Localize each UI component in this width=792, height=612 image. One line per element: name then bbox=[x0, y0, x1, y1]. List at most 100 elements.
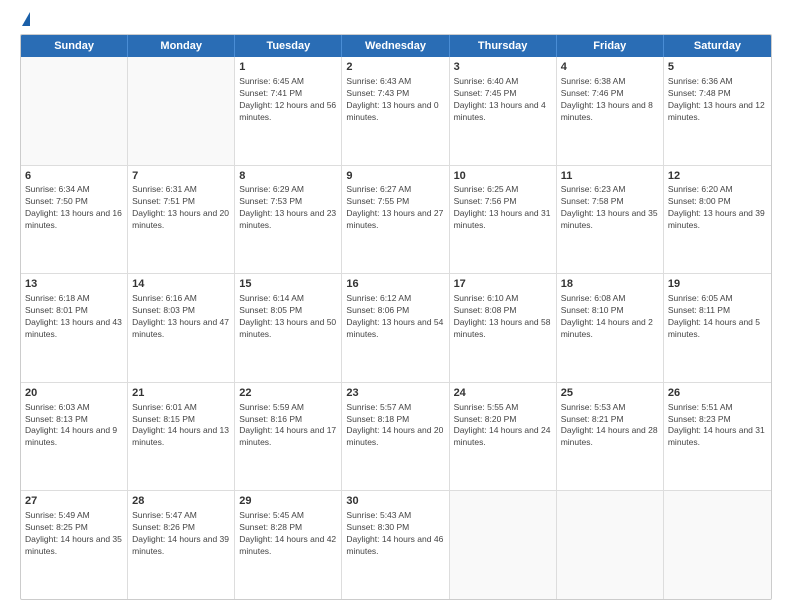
day-info: Sunrise: 6:36 AM Sunset: 7:48 PM Dayligh… bbox=[668, 76, 767, 124]
day-cell-30: 30Sunrise: 5:43 AM Sunset: 8:30 PM Dayli… bbox=[342, 491, 449, 599]
day-number: 19 bbox=[668, 277, 767, 292]
day-cell-12: 12Sunrise: 6:20 AM Sunset: 8:00 PM Dayli… bbox=[664, 166, 771, 274]
calendar-body: 1Sunrise: 6:45 AM Sunset: 7:41 PM Daylig… bbox=[21, 57, 771, 599]
day-number: 29 bbox=[239, 494, 337, 509]
day-number: 5 bbox=[668, 60, 767, 75]
day-number: 21 bbox=[132, 386, 230, 401]
logo-triangle-icon bbox=[22, 12, 30, 26]
day-number: 10 bbox=[454, 169, 552, 184]
day-number: 14 bbox=[132, 277, 230, 292]
day-cell-29: 29Sunrise: 5:45 AM Sunset: 8:28 PM Dayli… bbox=[235, 491, 342, 599]
day-cell-15: 15Sunrise: 6:14 AM Sunset: 8:05 PM Dayli… bbox=[235, 274, 342, 382]
day-cell-4: 4Sunrise: 6:38 AM Sunset: 7:46 PM Daylig… bbox=[557, 57, 664, 165]
day-cell-23: 23Sunrise: 5:57 AM Sunset: 8:18 PM Dayli… bbox=[342, 383, 449, 491]
empty-cell bbox=[664, 491, 771, 599]
day-cell-21: 21Sunrise: 6:01 AM Sunset: 8:15 PM Dayli… bbox=[128, 383, 235, 491]
calendar-week-3: 13Sunrise: 6:18 AM Sunset: 8:01 PM Dayli… bbox=[21, 273, 771, 382]
day-info: Sunrise: 6:43 AM Sunset: 7:43 PM Dayligh… bbox=[346, 76, 444, 124]
day-info: Sunrise: 6:16 AM Sunset: 8:03 PM Dayligh… bbox=[132, 293, 230, 341]
day-info: Sunrise: 5:47 AM Sunset: 8:26 PM Dayligh… bbox=[132, 510, 230, 558]
day-number: 11 bbox=[561, 169, 659, 184]
day-number: 8 bbox=[239, 169, 337, 184]
day-header-saturday: Saturday bbox=[664, 35, 771, 57]
page: SundayMondayTuesdayWednesdayThursdayFrid… bbox=[0, 0, 792, 612]
day-cell-20: 20Sunrise: 6:03 AM Sunset: 8:13 PM Dayli… bbox=[21, 383, 128, 491]
day-cell-22: 22Sunrise: 5:59 AM Sunset: 8:16 PM Dayli… bbox=[235, 383, 342, 491]
day-info: Sunrise: 6:03 AM Sunset: 8:13 PM Dayligh… bbox=[25, 402, 123, 450]
day-cell-5: 5Sunrise: 6:36 AM Sunset: 7:48 PM Daylig… bbox=[664, 57, 771, 165]
day-number: 2 bbox=[346, 60, 444, 75]
day-number: 22 bbox=[239, 386, 337, 401]
day-info: Sunrise: 6:10 AM Sunset: 8:08 PM Dayligh… bbox=[454, 293, 552, 341]
empty-cell bbox=[450, 491, 557, 599]
day-info: Sunrise: 6:45 AM Sunset: 7:41 PM Dayligh… bbox=[239, 76, 337, 124]
day-info: Sunrise: 6:18 AM Sunset: 8:01 PM Dayligh… bbox=[25, 293, 123, 341]
day-number: 3 bbox=[454, 60, 552, 75]
day-info: Sunrise: 6:25 AM Sunset: 7:56 PM Dayligh… bbox=[454, 184, 552, 232]
logo bbox=[20, 16, 30, 26]
day-info: Sunrise: 5:59 AM Sunset: 8:16 PM Dayligh… bbox=[239, 402, 337, 450]
day-number: 30 bbox=[346, 494, 444, 509]
day-number: 20 bbox=[25, 386, 123, 401]
day-number: 7 bbox=[132, 169, 230, 184]
day-info: Sunrise: 5:43 AM Sunset: 8:30 PM Dayligh… bbox=[346, 510, 444, 558]
calendar-week-4: 20Sunrise: 6:03 AM Sunset: 8:13 PM Dayli… bbox=[21, 382, 771, 491]
day-cell-18: 18Sunrise: 6:08 AM Sunset: 8:10 PM Dayli… bbox=[557, 274, 664, 382]
day-number: 28 bbox=[132, 494, 230, 509]
day-number: 23 bbox=[346, 386, 444, 401]
day-cell-10: 10Sunrise: 6:25 AM Sunset: 7:56 PM Dayli… bbox=[450, 166, 557, 274]
day-cell-3: 3Sunrise: 6:40 AM Sunset: 7:45 PM Daylig… bbox=[450, 57, 557, 165]
day-cell-1: 1Sunrise: 6:45 AM Sunset: 7:41 PM Daylig… bbox=[235, 57, 342, 165]
day-info: Sunrise: 6:05 AM Sunset: 8:11 PM Dayligh… bbox=[668, 293, 767, 341]
day-info: Sunrise: 5:55 AM Sunset: 8:20 PM Dayligh… bbox=[454, 402, 552, 450]
day-info: Sunrise: 6:14 AM Sunset: 8:05 PM Dayligh… bbox=[239, 293, 337, 341]
day-cell-11: 11Sunrise: 6:23 AM Sunset: 7:58 PM Dayli… bbox=[557, 166, 664, 274]
day-cell-13: 13Sunrise: 6:18 AM Sunset: 8:01 PM Dayli… bbox=[21, 274, 128, 382]
day-number: 18 bbox=[561, 277, 659, 292]
day-cell-16: 16Sunrise: 6:12 AM Sunset: 8:06 PM Dayli… bbox=[342, 274, 449, 382]
calendar-week-2: 6Sunrise: 6:34 AM Sunset: 7:50 PM Daylig… bbox=[21, 165, 771, 274]
day-info: Sunrise: 6:01 AM Sunset: 8:15 PM Dayligh… bbox=[132, 402, 230, 450]
day-number: 25 bbox=[561, 386, 659, 401]
day-number: 17 bbox=[454, 277, 552, 292]
day-info: Sunrise: 6:40 AM Sunset: 7:45 PM Dayligh… bbox=[454, 76, 552, 124]
calendar-header: SundayMondayTuesdayWednesdayThursdayFrid… bbox=[21, 35, 771, 57]
day-number: 12 bbox=[668, 169, 767, 184]
day-header-sunday: Sunday bbox=[21, 35, 128, 57]
day-cell-27: 27Sunrise: 5:49 AM Sunset: 8:25 PM Dayli… bbox=[21, 491, 128, 599]
empty-cell bbox=[557, 491, 664, 599]
day-number: 9 bbox=[346, 169, 444, 184]
day-info: Sunrise: 5:49 AM Sunset: 8:25 PM Dayligh… bbox=[25, 510, 123, 558]
day-info: Sunrise: 6:20 AM Sunset: 8:00 PM Dayligh… bbox=[668, 184, 767, 232]
day-info: Sunrise: 6:29 AM Sunset: 7:53 PM Dayligh… bbox=[239, 184, 337, 232]
day-number: 6 bbox=[25, 169, 123, 184]
day-number: 26 bbox=[668, 386, 767, 401]
day-info: Sunrise: 5:53 AM Sunset: 8:21 PM Dayligh… bbox=[561, 402, 659, 450]
day-info: Sunrise: 6:12 AM Sunset: 8:06 PM Dayligh… bbox=[346, 293, 444, 341]
day-number: 1 bbox=[239, 60, 337, 75]
day-cell-17: 17Sunrise: 6:10 AM Sunset: 8:08 PM Dayli… bbox=[450, 274, 557, 382]
day-info: Sunrise: 6:38 AM Sunset: 7:46 PM Dayligh… bbox=[561, 76, 659, 124]
day-header-wednesday: Wednesday bbox=[342, 35, 449, 57]
day-cell-24: 24Sunrise: 5:55 AM Sunset: 8:20 PM Dayli… bbox=[450, 383, 557, 491]
day-cell-2: 2Sunrise: 6:43 AM Sunset: 7:43 PM Daylig… bbox=[342, 57, 449, 165]
day-header-tuesday: Tuesday bbox=[235, 35, 342, 57]
day-info: Sunrise: 6:08 AM Sunset: 8:10 PM Dayligh… bbox=[561, 293, 659, 341]
day-cell-25: 25Sunrise: 5:53 AM Sunset: 8:21 PM Dayli… bbox=[557, 383, 664, 491]
day-cell-26: 26Sunrise: 5:51 AM Sunset: 8:23 PM Dayli… bbox=[664, 383, 771, 491]
day-info: Sunrise: 6:23 AM Sunset: 7:58 PM Dayligh… bbox=[561, 184, 659, 232]
calendar-week-1: 1Sunrise: 6:45 AM Sunset: 7:41 PM Daylig… bbox=[21, 57, 771, 165]
day-number: 13 bbox=[25, 277, 123, 292]
day-cell-19: 19Sunrise: 6:05 AM Sunset: 8:11 PM Dayli… bbox=[664, 274, 771, 382]
empty-cell bbox=[128, 57, 235, 165]
day-cell-28: 28Sunrise: 5:47 AM Sunset: 8:26 PM Dayli… bbox=[128, 491, 235, 599]
empty-cell bbox=[21, 57, 128, 165]
day-cell-6: 6Sunrise: 6:34 AM Sunset: 7:50 PM Daylig… bbox=[21, 166, 128, 274]
day-cell-8: 8Sunrise: 6:29 AM Sunset: 7:53 PM Daylig… bbox=[235, 166, 342, 274]
day-number: 4 bbox=[561, 60, 659, 75]
day-header-friday: Friday bbox=[557, 35, 664, 57]
day-number: 16 bbox=[346, 277, 444, 292]
day-info: Sunrise: 5:57 AM Sunset: 8:18 PM Dayligh… bbox=[346, 402, 444, 450]
day-header-thursday: Thursday bbox=[450, 35, 557, 57]
day-number: 15 bbox=[239, 277, 337, 292]
